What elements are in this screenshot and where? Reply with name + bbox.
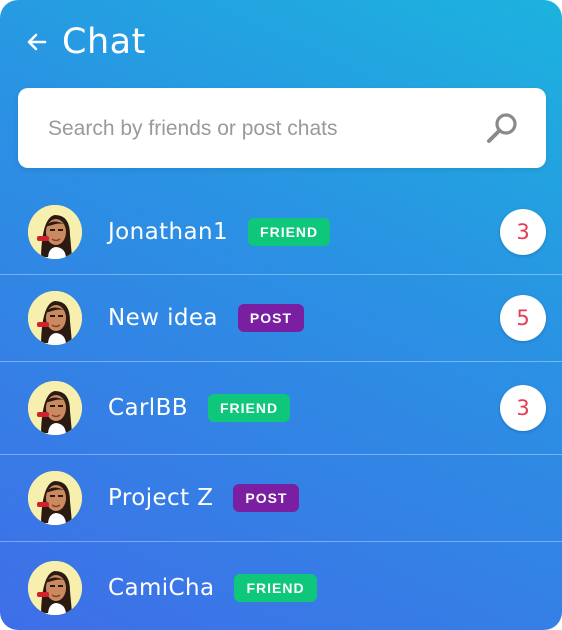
- unread-count-badge: 3: [500, 209, 546, 255]
- avatar-icon: [28, 561, 82, 615]
- avatar: [28, 381, 82, 435]
- chat-type-badge: POST: [233, 484, 300, 512]
- chat-type-badge: FRIEND: [234, 574, 317, 602]
- chat-row[interactable]: CamiCha FRIEND: [0, 542, 562, 630]
- back-button[interactable]: [26, 31, 48, 53]
- search-input[interactable]: [46, 88, 470, 170]
- chat-row[interactable]: New idea POST 5: [0, 275, 562, 362]
- avatar-icon: [28, 471, 82, 525]
- avatar-icon: [28, 205, 82, 259]
- unread-count-badge: 5: [500, 295, 546, 341]
- avatar: [28, 291, 82, 345]
- avatar: [28, 205, 82, 259]
- chat-row[interactable]: Project Z POST: [0, 455, 562, 542]
- avatar: [28, 471, 82, 525]
- search-bar: [18, 88, 546, 170]
- chat-row[interactable]: CarlBB FRIEND 3: [0, 362, 562, 455]
- unread-count-badge: 3: [500, 385, 546, 431]
- chat-row[interactable]: Jonathan1 FRIEND 3: [0, 190, 562, 275]
- chat-type-badge: FRIEND: [248, 218, 331, 246]
- chat-panel: Chat Search by friends or post chats Jon…: [0, 0, 562, 630]
- chat-name: New idea: [108, 305, 218, 331]
- avatar: [28, 561, 82, 615]
- avatar-icon: [28, 291, 82, 345]
- chat-name: CamiCha: [108, 575, 215, 601]
- avatar-icon: [28, 381, 82, 435]
- chat-name: CarlBB: [108, 395, 188, 421]
- chat-name: Jonathan1: [108, 219, 229, 245]
- chat-name: Project Z: [108, 485, 214, 511]
- page-title: Chat: [62, 22, 146, 62]
- header: Chat: [26, 20, 146, 64]
- chat-list: Jonathan1 FRIEND 3 New idea POST 5 CarlB…: [0, 190, 562, 630]
- search-icon[interactable]: [484, 110, 520, 146]
- arrow-left-icon: [27, 33, 47, 51]
- chat-type-badge: FRIEND: [207, 394, 291, 422]
- chat-type-badge: POST: [237, 304, 305, 332]
